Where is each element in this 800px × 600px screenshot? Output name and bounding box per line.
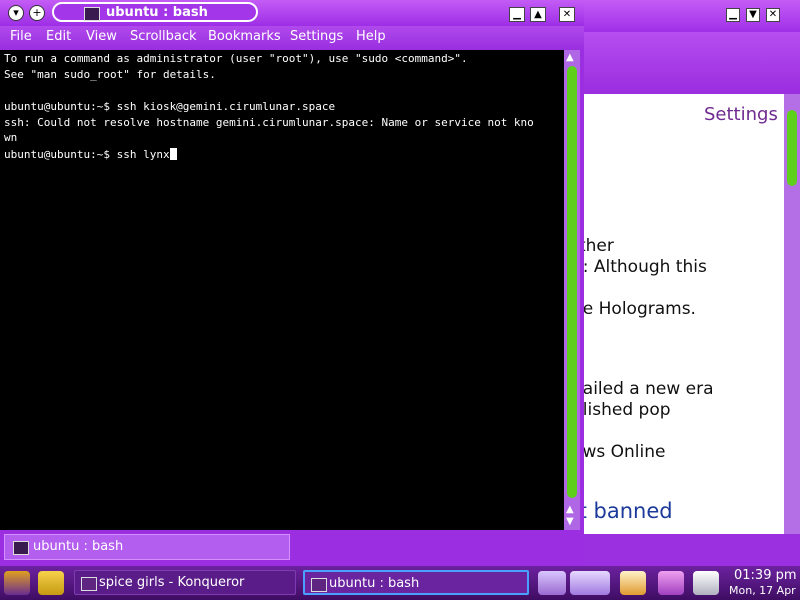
- terminal-window[interactable]: ▾ + ubuntu : bash ▁ ▲ ✕ File Edit View S…: [0, 0, 584, 566]
- terminal-line: See "man sudo_root" for details.: [4, 68, 216, 81]
- prompt-text: ubuntu@ubuntu:~$ ssh lynx: [4, 148, 170, 161]
- terminal-line: ssh: Could not resolve hostname gemini.c…: [4, 116, 534, 129]
- konqueror-titlebar[interactable]: ▁ ▼ ✕: [580, 0, 800, 32]
- notes-icon[interactable]: [658, 571, 684, 595]
- close-icon[interactable]: ✕: [559, 7, 575, 22]
- session-tab-label: ubuntu : bash: [33, 539, 124, 554]
- page-text-line: nailed a new era: [580, 379, 714, 399]
- menu-view[interactable]: View: [86, 29, 117, 44]
- terminal-screen[interactable]: To run a command as administrator (user …: [0, 50, 564, 530]
- window-menu-icon[interactable]: ▾: [8, 5, 24, 21]
- konqueror-window[interactable]: ▁ ▼ ✕ ▼ Settings rther E: Although this …: [580, 0, 800, 566]
- terminal-icon: [84, 7, 100, 21]
- menu-settings[interactable]: Settings: [290, 29, 343, 44]
- network-icon[interactable]: [693, 571, 719, 595]
- page-text-line: blished pop: [580, 400, 671, 420]
- session-tab-bar: ubuntu : bash: [0, 530, 584, 566]
- clipboard-icon[interactable]: [620, 571, 646, 595]
- task-label: spice girls - Konqueror: [99, 575, 245, 590]
- terminal-titlebar[interactable]: ▾ + ubuntu : bash ▁ ▲ ✕: [0, 0, 584, 26]
- folder-icon[interactable]: [38, 571, 64, 595]
- scroll-thumb[interactable]: [787, 110, 797, 186]
- menu-edit[interactable]: Edit: [46, 29, 71, 44]
- page-settings-link[interactable]: Settings: [704, 104, 778, 125]
- session-tab[interactable]: ubuntu : bash: [4, 534, 290, 560]
- menu-bookmarks[interactable]: Bookmarks: [208, 29, 281, 44]
- page-headline-link[interactable]: rt banned: [580, 499, 673, 523]
- maximize-icon[interactable]: ▲: [530, 7, 546, 22]
- scroll-up-icon[interactable]: ▲: [566, 504, 574, 515]
- clock-date[interactable]: Mon, 17 Apr: [729, 584, 796, 597]
- shade-icon[interactable]: ▼: [746, 8, 760, 22]
- menu-scrollback[interactable]: Scrollback: [130, 29, 197, 44]
- terminal-icon: [311, 578, 327, 592]
- title-pill: ubuntu : bash: [52, 2, 258, 22]
- menu-help[interactable]: Help: [356, 29, 386, 44]
- page-text-line: ews Online: [580, 442, 666, 462]
- web-page-content: Settings rther E: Although this he Holog…: [580, 94, 784, 534]
- terminal-icon: [13, 541, 29, 555]
- taskbar: spice girls - Konqueror ubuntu : bash 01…: [0, 566, 800, 600]
- page-text-line: rther: [580, 236, 614, 256]
- page-text-line: E: Although this: [580, 257, 707, 277]
- desktop-pager-icon[interactable]: [570, 571, 610, 595]
- scroll-up-icon[interactable]: ▲: [566, 52, 574, 63]
- task-label: ubuntu : bash: [329, 576, 420, 591]
- terminal-line: ubuntu@ubuntu:~$ ssh kiosk@gemini.ciruml…: [4, 100, 336, 113]
- page-text-line: he Holograms.: [580, 299, 696, 319]
- clock-time[interactable]: 01:39 pm: [734, 568, 797, 583]
- menu-file[interactable]: File: [10, 29, 32, 44]
- task-konqueror[interactable]: spice girls - Konqueror: [74, 570, 296, 595]
- scroll-thumb[interactable]: [567, 66, 577, 498]
- text-cursor: [169, 148, 177, 160]
- konqueror-toolbar: ▼: [580, 32, 800, 116]
- konqueror-icon: [81, 577, 97, 591]
- k-menu-icon[interactable]: [4, 571, 30, 595]
- konqueror-scrollbar[interactable]: [784, 94, 800, 534]
- scroll-down-icon[interactable]: ▼: [566, 516, 574, 527]
- terminal-prompt-line[interactable]: ubuntu@ubuntu:~$ ssh lynx: [4, 148, 177, 161]
- terminal-line: To run a command as administrator (user …: [4, 52, 468, 65]
- minimize-icon[interactable]: ▁: [509, 7, 525, 22]
- menu-bar: File Edit View Scrollback Bookmarks Sett…: [0, 26, 584, 50]
- minimize-icon[interactable]: ▁: [726, 8, 740, 22]
- desktop-pager-icon[interactable]: [538, 571, 566, 595]
- window-title: ubuntu : bash: [106, 5, 208, 20]
- terminal-line: wn: [4, 131, 18, 144]
- sticky-icon[interactable]: +: [29, 5, 45, 21]
- close-icon[interactable]: ✕: [766, 8, 780, 22]
- task-terminal[interactable]: ubuntu : bash: [303, 570, 529, 595]
- terminal-scrollbar[interactable]: ▲ ▲ ▼: [564, 50, 580, 530]
